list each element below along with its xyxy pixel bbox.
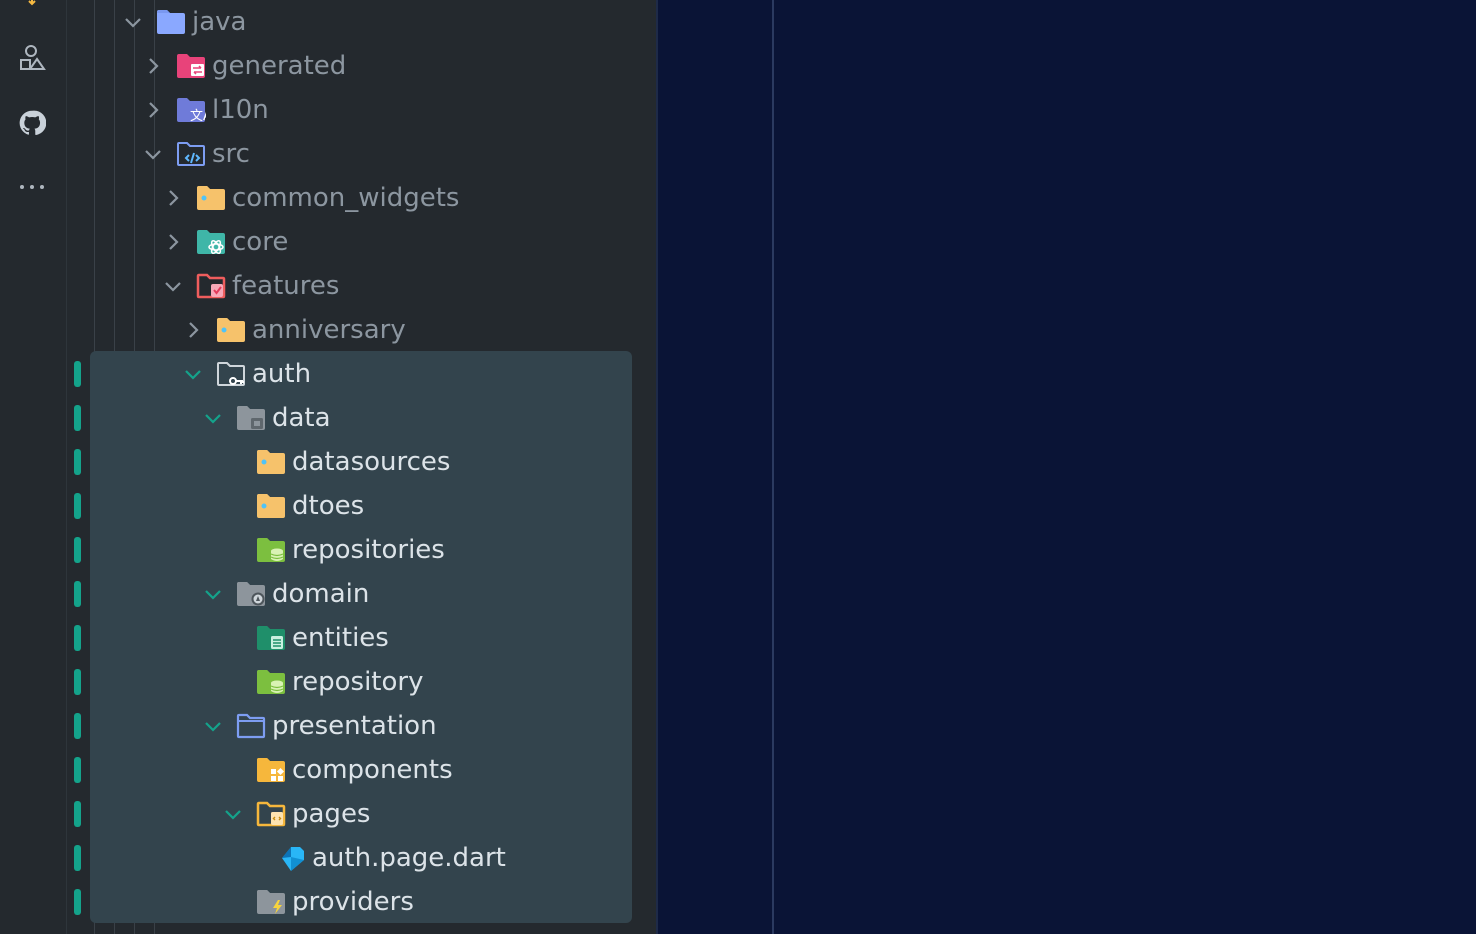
git-change-marker: [74, 449, 81, 475]
tree-item-label: domain: [272, 579, 370, 609]
folder-components-icon: [256, 757, 286, 783]
folder-java-icon: [156, 9, 186, 35]
tree-item[interactable]: pages: [0, 792, 560, 836]
folder-src-icon: [176, 141, 206, 167]
chevron-down-icon[interactable]: [183, 364, 203, 384]
dart-file-icon: [276, 843, 306, 873]
chevron-right-icon[interactable]: [183, 320, 203, 340]
chevron-right-icon[interactable]: [143, 100, 163, 120]
chevron-down-icon[interactable]: [143, 144, 163, 164]
folder-features-icon: [196, 273, 226, 299]
git-change-marker: [74, 405, 81, 431]
tree-item-label: presentation: [272, 711, 437, 741]
folder-auth-icon: [216, 361, 246, 387]
folder-l10n-icon: 文A: [176, 97, 212, 124]
tree-item[interactable]: components: [0, 748, 560, 792]
git-change-marker: [74, 757, 81, 783]
tree-item[interactable]: repositories: [0, 528, 560, 572]
tree-item[interactable]: anniversary: [0, 308, 560, 352]
tree-item[interactable]: domain: [0, 572, 560, 616]
git-change-marker: [74, 625, 81, 651]
tree-item[interactable]: common_widgets: [0, 176, 560, 220]
tree-item-label: core: [232, 227, 289, 257]
tree-item[interactable]: repository: [0, 660, 560, 704]
chevron-right-icon[interactable]: [163, 232, 183, 252]
chevron-down-icon[interactable]: [203, 408, 223, 428]
git-change-marker: [74, 889, 81, 915]
editor-ruler: [772, 0, 774, 934]
folder-icon: [256, 449, 286, 475]
git-change-marker: [74, 713, 81, 739]
chevron-down-icon[interactable]: [203, 584, 223, 604]
chevron-down-icon[interactable]: [123, 12, 143, 32]
chevron-down-icon[interactable]: [223, 804, 243, 824]
git-change-marker: [74, 669, 81, 695]
tree-item-label: dtoes: [292, 491, 365, 521]
tree-item-label: src: [212, 139, 250, 169]
tree-item-label: auth.page.dart: [312, 843, 506, 873]
folder-domain-icon: [236, 581, 266, 607]
tree-item-label: common_widgets: [232, 183, 460, 213]
chevron-right-icon[interactable]: [143, 56, 163, 76]
tree-item[interactable]: generated: [0, 44, 560, 88]
chevron-right-icon[interactable]: [163, 188, 183, 208]
chevron-down-icon[interactable]: [163, 276, 183, 296]
folder-providers-icon: [256, 889, 286, 915]
ide-window: java generated 文A l10n src common_widgetscore…: [0, 0, 1476, 934]
tree-item[interactable]: auth.page.dart: [0, 836, 560, 880]
tree-item[interactable]: core: [0, 220, 560, 264]
folder-pages-icon: [256, 801, 286, 827]
tree-item-label: repositories: [292, 535, 445, 565]
tree-item[interactable]: src: [0, 132, 560, 176]
tree-item-label: datasources: [292, 447, 451, 477]
chevron-down-icon[interactable]: [203, 716, 223, 736]
file-explorer: java generated 文A l10n src common_widgetscore…: [0, 0, 656, 934]
git-change-marker: [74, 493, 81, 519]
tree-item-label: l10n: [212, 95, 269, 125]
tree-item[interactable]: features: [0, 264, 560, 308]
panel-divider[interactable]: [656, 0, 658, 934]
folder-generated-icon: [176, 53, 206, 79]
folder-icon: [196, 185, 226, 211]
tree-item-label: auth: [252, 359, 312, 389]
tree-item[interactable]: entities: [0, 616, 560, 660]
tree-item[interactable]: datasources: [0, 440, 560, 484]
folder-icon: [216, 317, 246, 343]
folder-entities-icon: [256, 625, 286, 651]
folder-presentation-icon: [236, 713, 266, 739]
folder-core-icon: [196, 229, 226, 255]
folder-repository-icon: [256, 537, 286, 563]
tree-item[interactable]: 文A l10n: [0, 88, 560, 132]
tree-item-label: data: [272, 403, 331, 433]
tree-item-label: features: [232, 271, 340, 301]
tree-item-label: entities: [292, 623, 389, 653]
tree-item-label: java: [192, 7, 247, 37]
tree-item-label: providers: [292, 887, 414, 917]
git-change-marker: [74, 537, 81, 563]
folder-data-icon: [236, 405, 266, 431]
tree-item[interactable]: presentation: [0, 704, 560, 748]
tree-item[interactable]: java: [0, 0, 560, 44]
git-change-marker: [74, 801, 81, 827]
tree-item[interactable]: auth: [0, 352, 560, 396]
tree-item-label: repository: [292, 667, 424, 697]
folder-icon: [256, 493, 286, 519]
tree-item[interactable]: data: [0, 396, 560, 440]
folder-repository-icon: [256, 669, 286, 695]
tree-item-label: anniversary: [252, 315, 406, 345]
svg-text:文A: 文A: [190, 109, 206, 123]
tree-item-label: generated: [212, 51, 347, 81]
tree-item[interactable]: providers: [0, 880, 560, 924]
tree-item[interactable]: dtoes: [0, 484, 560, 528]
git-change-marker: [74, 581, 81, 607]
tree-item-label: components: [292, 755, 453, 785]
tree-item-label: pages: [292, 799, 371, 829]
git-change-marker: [74, 845, 81, 871]
git-change-marker: [74, 361, 81, 387]
